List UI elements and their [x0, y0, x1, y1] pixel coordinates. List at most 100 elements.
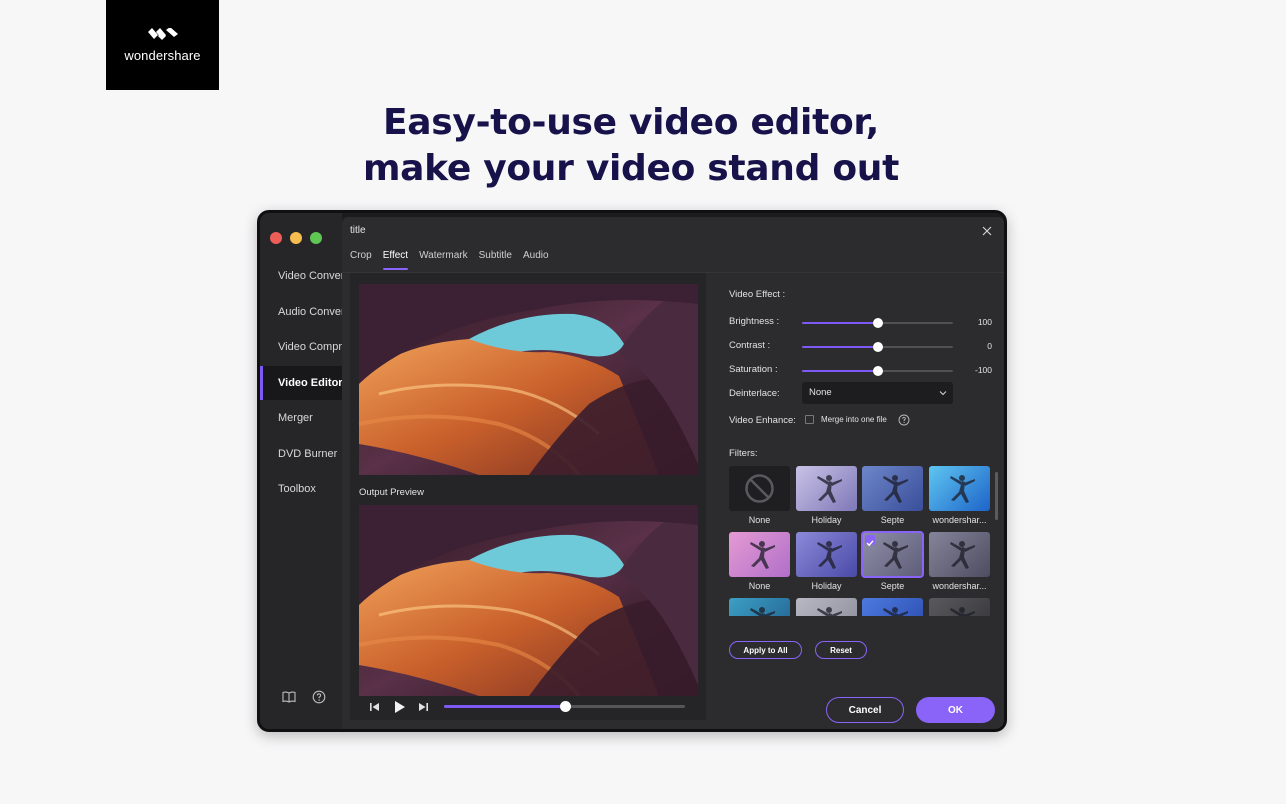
saturation-slider[interactable] — [802, 366, 953, 376]
sidebar-item-video-editor[interactable]: Video Editor — [260, 366, 342, 400]
filter-thumbnail[interactable] — [929, 466, 990, 511]
effect-settings-pane: Video Effect : Brightness : 100 Contrast… — [729, 273, 998, 723]
playback-progress-bar[interactable] — [444, 701, 685, 712]
deinterlace-label: Deinterlace: — [729, 388, 780, 399]
filter-thumbnail[interactable] — [929, 532, 990, 577]
filter-thumbnail[interactable] — [796, 532, 857, 577]
wondershare-mark-icon — [147, 27, 178, 40]
merge-checkbox-label: Merge into one file — [821, 415, 887, 424]
filters-grid: None Holiday Septe wondershar... None Holiday… — [729, 466, 991, 616]
contrast-slider-fill — [802, 346, 878, 348]
saturation-row: Saturation : -100 — [729, 364, 997, 378]
step-forward-icon[interactable] — [415, 700, 431, 714]
sidebar-item-video-compressor[interactable]: Video Compressor — [260, 330, 342, 364]
filter-thumbnail[interactable] — [729, 466, 790, 511]
deinterlace-select[interactable]: None — [802, 382, 953, 404]
output-preview-image — [359, 505, 698, 696]
filter-thumbnail[interactable] — [796, 466, 857, 511]
filter-item[interactable]: None — [729, 466, 790, 525]
filter-name: None — [748, 515, 771, 525]
help-icon[interactable] — [898, 414, 910, 426]
brightness-slider-fill — [802, 322, 878, 324]
sidebar-item-video-converter[interactable]: Video Converter — [260, 259, 342, 293]
dancer-figure-icon — [817, 475, 842, 503]
step-back-icon[interactable] — [367, 700, 383, 714]
filter-thumbnail[interactable] — [729, 532, 790, 577]
brand-name: wondershare — [124, 47, 201, 63]
minimize-window-button[interactable] — [290, 232, 302, 244]
dancer-figure-icon — [950, 475, 975, 503]
brightness-slider-knob[interactable] — [872, 318, 883, 328]
player-controls — [359, 696, 698, 718]
filter-name: Septe — [880, 581, 905, 591]
apply-to-all-button[interactable]: Apply to All — [729, 641, 802, 659]
chevron-down-icon — [939, 391, 947, 396]
sidebar-item-merger[interactable]: Merger — [260, 401, 342, 435]
close-icon[interactable] — [981, 225, 993, 237]
contrast-slider-knob[interactable] — [872, 342, 883, 352]
wondershare-logo: wondershare — [106, 0, 219, 90]
filter-item[interactable]: wondershar... — [929, 532, 990, 591]
filter-thumbnail[interactable] — [862, 598, 923, 616]
tab-effect[interactable]: Effect — [382, 250, 409, 270]
filter-thumbnail[interactable] — [729, 598, 790, 616]
saturation-slider-knob[interactable] — [872, 366, 883, 376]
filter-item[interactable]: Holiday — [796, 466, 857, 525]
contrast-row: Contrast : 0 — [729, 340, 997, 354]
selected-check-icon — [865, 535, 875, 547]
filter-item[interactable]: Septe — [861, 531, 924, 591]
filter-item[interactable]: Septe — [862, 466, 923, 525]
brightness-row: Brightness : 100 — [729, 316, 997, 330]
tab-crop[interactable]: Crop — [350, 250, 372, 270]
filter-name: wondershar... — [932, 581, 987, 591]
filter-name: Holiday — [811, 581, 842, 591]
merge-checkbox[interactable] — [805, 415, 814, 424]
headline-line-1: Easy-to-use video editor, — [383, 102, 879, 143]
contrast-label: Contrast : — [729, 340, 771, 351]
dancer-figure-icon — [750, 607, 775, 616]
dancer-figure-icon — [883, 475, 908, 503]
dancer-figure-icon — [950, 541, 975, 569]
tab-subtitle[interactable]: Subtitle — [479, 250, 512, 270]
filter-name: Septe — [880, 515, 905, 525]
filter-thumbnail[interactable] — [796, 598, 857, 616]
filter-thumbnail[interactable] — [861, 531, 924, 578]
ok-button[interactable]: OK — [916, 697, 995, 723]
sidebar: Video Converter Audio Converter Video Co… — [260, 213, 342, 729]
tab-watermark[interactable]: Watermark — [419, 250, 468, 270]
zoom-window-button[interactable] — [310, 232, 322, 244]
filter-item[interactable]: wondershar... — [929, 466, 990, 525]
dancer-figure-icon — [950, 607, 975, 616]
sidebar-item-toolbox[interactable]: Toolbox — [260, 472, 342, 506]
filter-item[interactable] — [862, 598, 923, 616]
output-preview-label: Output Preview — [359, 487, 424, 498]
brightness-slider[interactable] — [802, 318, 953, 328]
filter-name: Holiday — [811, 515, 842, 525]
filters-scrollbar[interactable] — [995, 472, 998, 520]
play-icon[interactable] — [391, 700, 407, 714]
help-circle-icon[interactable] — [312, 690, 326, 704]
close-window-button[interactable] — [270, 232, 282, 244]
sidebar-item-audio-converter[interactable]: Audio Converter — [260, 295, 342, 329]
sidebar-item-dvd-burner[interactable]: DVD Burner — [260, 437, 342, 471]
video-enhance-label: Video Enhance: — [729, 415, 796, 426]
no-filter-icon — [745, 474, 774, 503]
filter-thumbnail[interactable] — [862, 466, 923, 511]
cancel-button[interactable]: Cancel — [826, 697, 904, 723]
saturation-label: Saturation : — [729, 364, 778, 375]
filter-thumbnail[interactable] — [929, 598, 990, 616]
filter-item[interactable]: None — [729, 532, 790, 591]
book-icon[interactable] — [282, 690, 296, 704]
app-window: Video Converter Audio Converter Video Co… — [257, 210, 1007, 732]
contrast-slider[interactable] — [802, 342, 953, 352]
filter-item[interactable] — [796, 598, 857, 616]
tab-audio[interactable]: Audio — [523, 250, 549, 270]
filter-item[interactable] — [929, 598, 990, 616]
reset-button[interactable]: Reset — [815, 641, 867, 659]
playback-progress-knob[interactable] — [559, 701, 571, 712]
playback-progress-fill — [444, 705, 565, 708]
filter-item[interactable] — [729, 598, 790, 616]
dancer-figure-icon — [817, 607, 842, 616]
saturation-slider-fill — [802, 370, 878, 372]
filter-item[interactable]: Holiday — [796, 532, 857, 591]
